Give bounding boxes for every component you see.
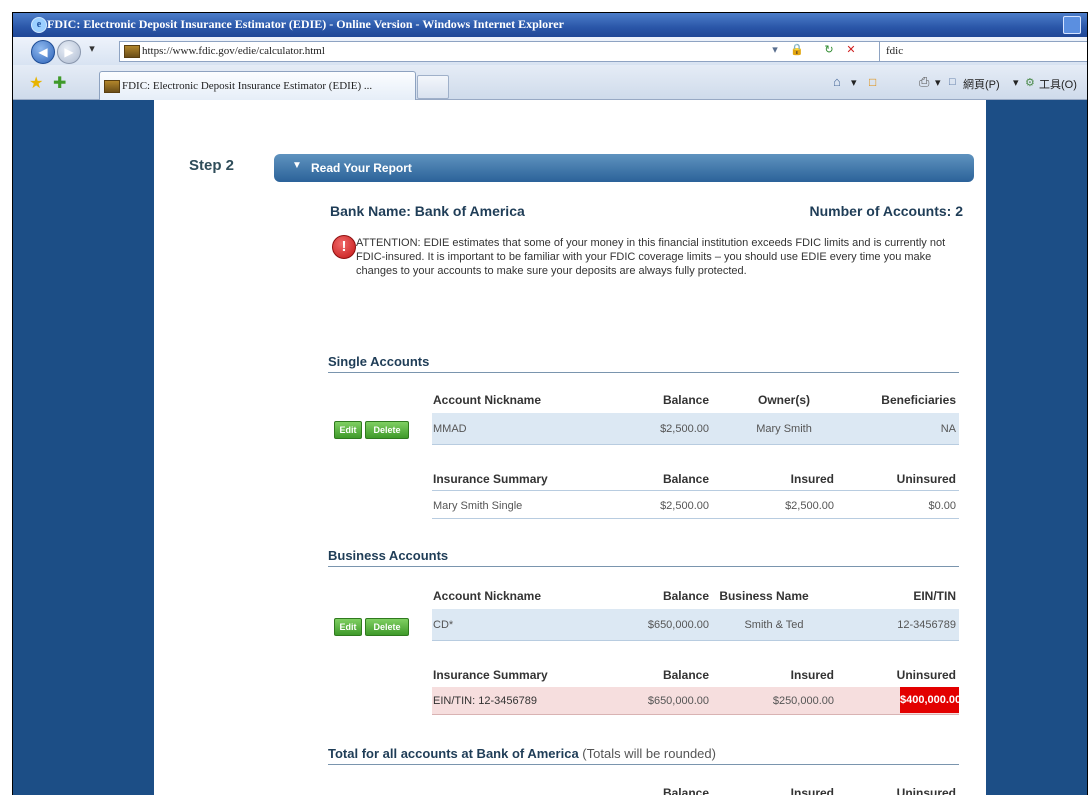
page-menu-dropdown-icon[interactable]: ▾ — [1013, 76, 1019, 89]
single-row-nickname: MMAD — [433, 423, 467, 435]
single-summary-name: Mary Smith Single — [433, 500, 523, 512]
business-edit-button[interactable]: Edit — [334, 618, 362, 636]
page-menu[interactable]: 網頁(P) — [963, 76, 1000, 92]
tab-edie[interactable]: FDIC: Electronic Deposit Insurance Estim… — [99, 71, 416, 100]
total-heading: Total for all accounts at Bank of Americ… — [328, 746, 959, 765]
single-summary-col-name: Insurance Summary — [433, 472, 548, 486]
single-summary-col-uninsured: Uninsured — [896, 472, 956, 486]
address-bar: ◀ ▶ ▾ https://www.fdic.gov/edie/calculat… — [13, 37, 1087, 66]
refresh-icon[interactable]: ↻ — [820, 42, 838, 59]
single-col-owners: Owner(s) — [757, 393, 810, 407]
alert-icon: ! — [332, 235, 356, 259]
single-accounts-heading: Single Accounts — [328, 354, 959, 373]
collapse-arrow-icon: ▼ — [292, 160, 302, 171]
business-col-ein: EIN/TIN — [913, 589, 956, 603]
window-titlebar: e FDIC: Electronic Deposit Insurance Est… — [13, 13, 1087, 37]
number-of-accounts: Number of Accounts: 2 — [809, 203, 964, 219]
business-summary-col-balance: Balance — [662, 668, 709, 682]
single-summary-col-insured: Insured — [790, 472, 834, 486]
tab-title: FDIC: Electronic Deposit Insurance Estim… — [122, 80, 373, 92]
business-row-business-name: Smith & Ted — [744, 619, 804, 631]
divider — [432, 490, 959, 491]
url-text: https://www.fdic.gov/edie/calculator.htm… — [142, 45, 325, 57]
business-col-business-name: Business Name — [719, 589, 809, 603]
single-summary-col-balance: Balance — [662, 472, 709, 486]
favorites-star-icon[interactable]: ★ — [29, 73, 43, 93]
business-col-balance: Balance — [662, 589, 709, 603]
single-edit-button[interactable]: Edit — [334, 421, 362, 439]
url-input[interactable]: https://www.fdic.gov/edie/calculator.htm… — [119, 41, 881, 62]
total-note: (Totals will be rounded) — [582, 746, 716, 761]
single-row-beneficiaries: NA — [940, 423, 956, 435]
tabs-bar: ★ ✚ FDIC: Electronic Deposit Insurance E… — [13, 65, 1087, 100]
ie-logo-icon: e — [31, 17, 47, 33]
business-summary-uninsured-alert: $400,000.00 — [900, 687, 961, 713]
single-col-beneficiaries: Beneficiaries — [881, 393, 956, 407]
business-col-nickname: Account Nickname — [433, 589, 542, 603]
minimize-button[interactable] — [1063, 16, 1081, 34]
business-summary-name: EIN/TIN: 12-3456789 — [433, 695, 537, 707]
search-text: fdic — [886, 45, 904, 57]
home-dropdown-icon[interactable]: ▾ — [851, 76, 857, 89]
bank-name: Bank Name: Bank of America — [330, 203, 525, 219]
site-favicon-icon — [124, 45, 140, 58]
step-number: Step 2 — [189, 157, 235, 174]
attention-message: ATTENTION: EDIE estimates that some of y… — [356, 237, 946, 277]
business-summary-col-insured: Insured — [790, 668, 834, 682]
business-summary-col-name: Insurance Summary — [433, 668, 548, 682]
single-row-owner: Mary Smith — [756, 423, 812, 435]
tools-menu[interactable]: 工具(O) — [1039, 76, 1077, 92]
business-summary-insured: $250,000.00 — [772, 695, 834, 707]
single-summary-insured: $2,500.00 — [785, 500, 834, 512]
single-col-balance: Balance — [662, 393, 709, 407]
report-content: Step 2 ▼ Read Your Report Bank Name: Ban… — [154, 100, 986, 795]
single-summary-balance: $2,500.00 — [660, 500, 709, 512]
window-title: FDIC: Electronic Deposit Insurance Estim… — [47, 17, 564, 31]
print-dropdown-icon[interactable]: ▾ — [935, 76, 941, 89]
business-row-nickname: CD* — [433, 619, 454, 631]
search-input[interactable]: fdic — [879, 41, 1087, 62]
single-col-nickname: Account Nickname — [433, 393, 542, 407]
business-delete-button[interactable]: Delete — [365, 618, 409, 636]
tab-favicon-icon — [104, 80, 120, 93]
page-background: Step 2 ▼ Read Your Report Bank Name: Ban… — [13, 100, 1087, 795]
single-row-balance: $2,500.00 — [660, 423, 709, 435]
business-accounts-heading: Business Accounts — [328, 548, 959, 567]
back-button[interactable]: ◀ — [31, 40, 55, 64]
business-summary-balance: $650,000.00 — [647, 695, 709, 707]
home-icon[interactable]: ⌂ — [833, 74, 841, 89]
step-section-label: Read Your Report — [311, 161, 412, 175]
new-tab-button[interactable] — [417, 75, 449, 99]
feeds-icon[interactable]: □ — [869, 75, 876, 89]
single-delete-button[interactable]: Delete — [365, 421, 409, 439]
browser-window: e FDIC: Electronic Deposit Insurance Est… — [12, 12, 1088, 795]
recent-pages-dropdown-icon[interactable]: ▾ — [83, 41, 101, 58]
add-favorites-icon[interactable]: ✚ — [53, 73, 66, 93]
total-title: Total for all accounts at Bank of Americ… — [328, 746, 579, 761]
stop-icon[interactable]: ✕ — [842, 42, 860, 59]
tools-icon: ⚙ — [1025, 77, 1035, 89]
print-icon[interactable]: ⎙ — [919, 74, 929, 90]
page-icon: □ — [949, 76, 956, 88]
business-row-ein: 12-3456789 — [897, 619, 956, 631]
lock-icon[interactable]: 🔒 — [788, 42, 806, 59]
url-dropdown-icon[interactable]: ▾ — [766, 42, 784, 59]
step-header-bar[interactable]: ▼ Read Your Report — [274, 154, 974, 182]
divider — [432, 518, 959, 519]
single-summary-uninsured: $0.00 — [928, 500, 956, 512]
business-row-balance: $650,000.00 — [647, 619, 709, 631]
forward-button[interactable]: ▶ — [57, 40, 81, 64]
business-summary-col-uninsured: Uninsured — [896, 668, 956, 682]
